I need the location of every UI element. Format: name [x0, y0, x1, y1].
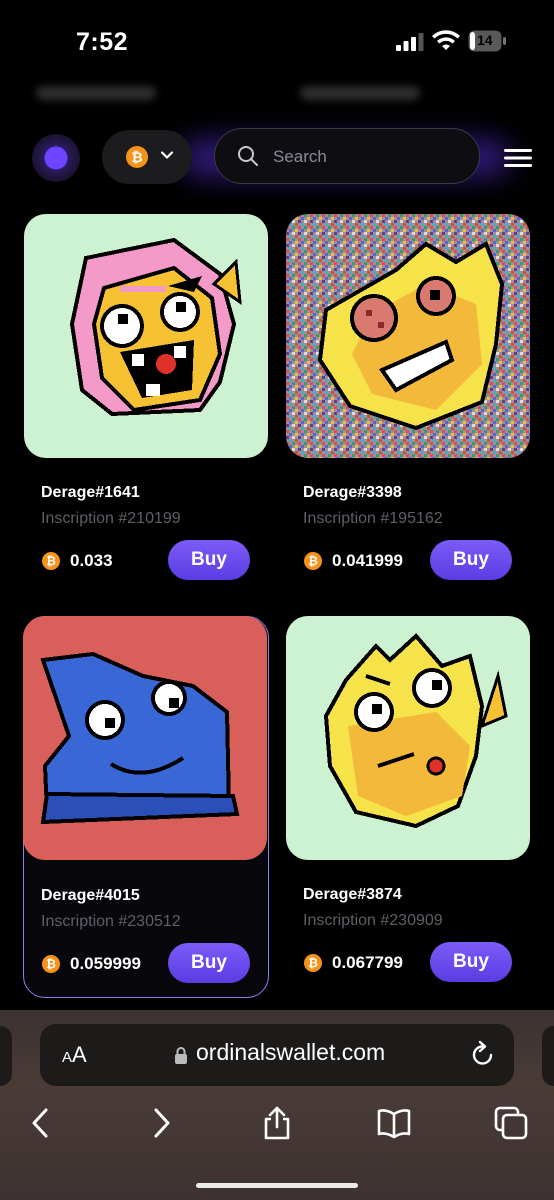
hamburger-menu-icon[interactable] [504, 148, 532, 168]
nft-name: Derage#3874 [303, 886, 402, 903]
battery-icon: 14 [468, 30, 506, 52]
next-tab-preview[interactable] [542, 1026, 554, 1086]
search-input[interactable] [271, 143, 465, 171]
nft-image[interactable] [23, 616, 267, 860]
buy-button[interactable]: Buy [168, 943, 250, 983]
nft-card[interactable]: Derage#3874 Inscription #230909 ₿ 0.0677… [286, 616, 532, 998]
reload-icon[interactable] [470, 1040, 496, 1068]
url-text: ordinalswallet.com [196, 1039, 386, 1065]
browser-toolbar: AA ordinalswallet.com [0, 1010, 554, 1200]
wifi-icon [432, 30, 460, 50]
bitcoin-icon: ₿ [42, 552, 60, 570]
chain-selector-button[interactable]: ₿ [102, 130, 192, 184]
blurred-header-text [0, 84, 554, 114]
home-indicator [196, 1183, 358, 1188]
address-bar[interactable]: AA ordinalswallet.com [40, 1024, 514, 1086]
price-value: 0.033 [70, 551, 113, 570]
reader-options-button[interactable]: AA [62, 1042, 87, 1068]
nft-card[interactable]: Derage#1641 Inscription #210199 ₿ 0.033 … [24, 214, 270, 596]
share-icon[interactable] [260, 1106, 294, 1140]
cellular-signal-icon [396, 33, 424, 51]
inscription-number: Inscription #230909 [303, 912, 443, 929]
buy-button[interactable]: Buy [430, 540, 512, 580]
nft-image[interactable] [24, 214, 268, 458]
nft-card-selected[interactable]: Derage#4015 Inscription #230512 ₿ 0.0599… [23, 616, 269, 998]
nft-image[interactable] [286, 214, 530, 458]
lock-icon [175, 1047, 187, 1064]
nft-name: Derage#4015 [41, 887, 140, 904]
nft-image[interactable] [286, 616, 530, 860]
previous-tab-preview[interactable] [0, 1026, 12, 1086]
bookmarks-icon[interactable] [377, 1106, 411, 1140]
top-header: ₿ [0, 118, 554, 198]
forward-arrow-icon[interactable] [144, 1106, 178, 1140]
battery-level: 14 [477, 32, 493, 48]
status-bar: 7:52 14 [0, 0, 554, 84]
inscription-number: Inscription #210199 [41, 510, 181, 527]
price-value: 0.067799 [332, 953, 403, 972]
bitcoin-icon: ₿ [304, 552, 322, 570]
bitcoin-icon: ₿ [42, 955, 60, 973]
buy-button[interactable]: Buy [168, 540, 250, 580]
ordinals-wallet-logo[interactable] [32, 134, 80, 182]
bitcoin-icon: ₿ [126, 146, 148, 168]
price-value: 0.041999 [332, 551, 403, 570]
nft-name: Derage#3398 [303, 484, 402, 501]
bitcoin-icon: ₿ [304, 954, 322, 972]
tabs-icon[interactable] [494, 1106, 528, 1140]
inscription-number: Inscription #230512 [41, 913, 181, 930]
reader-label-big: A [72, 1042, 87, 1067]
search-bar[interactable] [214, 128, 480, 184]
chevron-down-icon [160, 151, 174, 159]
back-arrow-icon[interactable] [24, 1106, 58, 1140]
search-icon [238, 146, 258, 166]
nft-card[interactable]: Derage#3398 Inscription #195162 ₿ 0.0419… [286, 214, 532, 596]
nft-name: Derage#1641 [41, 484, 140, 501]
price-value: 0.059999 [70, 954, 141, 973]
reader-label-small: A [62, 1049, 73, 1066]
status-time: 7:52 [76, 28, 129, 56]
buy-button[interactable]: Buy [430, 942, 512, 982]
inscription-number: Inscription #195162 [303, 510, 443, 527]
